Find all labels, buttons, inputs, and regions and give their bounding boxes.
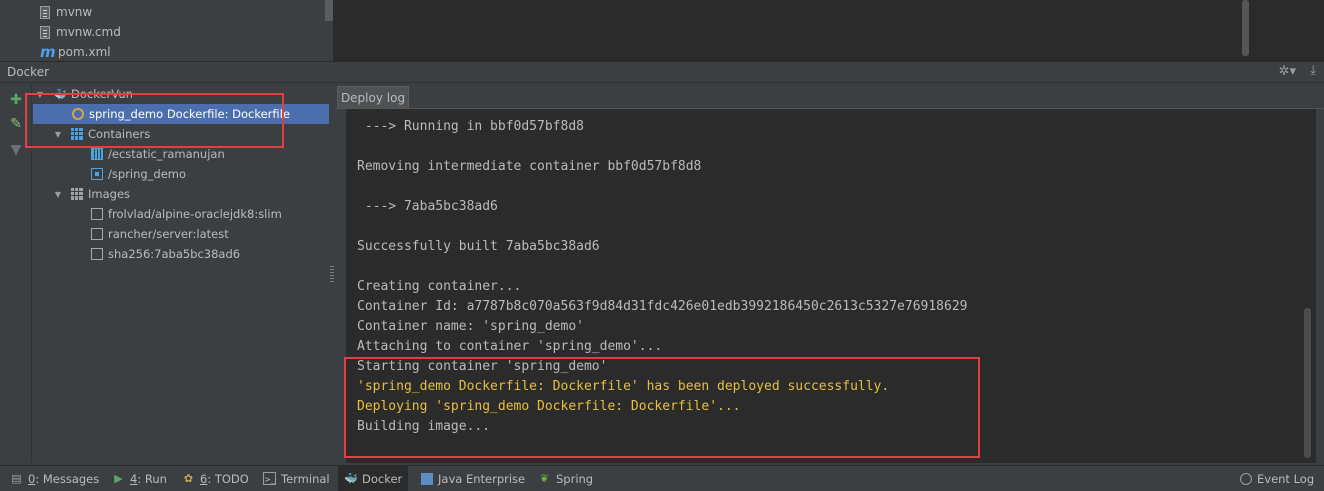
project-tree-scrollbar[interactable]: [325, 0, 333, 21]
expand-arrow-icon[interactable]: ▼: [53, 190, 63, 199]
deployment-status-icon: [72, 108, 84, 120]
images-icon: [71, 188, 83, 200]
tool-button-event-log[interactable]: Event Log: [1234, 466, 1320, 491]
tree-root-docker[interactable]: ▼ 🐳 DockerVun: [33, 84, 329, 104]
log-line: ---> 7aba5bc38ad6: [357, 199, 498, 214]
tool-button-java-enterprise[interactable]: Java Enterprise: [415, 466, 531, 491]
project-file-mvnw-cmd[interactable]: mvnw.cmd: [40, 22, 121, 42]
containers-label: Containers: [88, 127, 151, 141]
tool-label: 4: Run: [130, 471, 167, 486]
file-name: pom.xml: [58, 45, 111, 59]
tool-label: Terminal: [281, 471, 330, 486]
event-log-icon: [1240, 472, 1252, 485]
deploy-icon[interactable]: ✚: [8, 92, 24, 108]
deployment-label: spring_demo Dockerfile: Dockerfile: [89, 107, 290, 121]
log-lines: ---> Running in bbf0d57bf8d8 Removing in…: [357, 117, 967, 437]
tree-item-deployment[interactable]: spring_demo Dockerfile: Dockerfile: [33, 104, 329, 124]
tool-button-todo[interactable]: ✿ 6: TODO: [176, 466, 255, 491]
tree-item-image[interactable]: rancher/server:latest: [33, 224, 329, 244]
log-line: Creating container...: [357, 279, 522, 294]
tool-label: Spring: [556, 471, 594, 486]
image-icon: [91, 228, 103, 240]
tree-item-image[interactable]: frolvlad/alpine-oraclejdk8:slim: [33, 204, 329, 224]
images-label: Images: [88, 187, 131, 201]
file-icon: [40, 25, 50, 39]
tool-label: Event Log: [1257, 471, 1315, 486]
filter-icon[interactable]: ▼: [8, 142, 24, 158]
tool-window-header: Docker ✲▾ ⤓: [0, 61, 1324, 83]
project-file-mvnw[interactable]: mvnw: [40, 2, 92, 22]
log-scrollbar[interactable]: [1304, 308, 1311, 458]
tool-label: 6: TODO: [200, 471, 249, 486]
container-label: /spring_demo: [108, 167, 187, 181]
tab-deploy-log[interactable]: Deploy log: [337, 86, 409, 108]
tab-label: Deploy log: [340, 90, 406, 105]
messages-icon: ▤: [11, 472, 22, 485]
container-stopped-icon: [91, 148, 103, 160]
spring-leaf-icon: ❦: [539, 472, 550, 485]
tree-item-image[interactable]: sha256:7aba5bc38ad6: [33, 244, 329, 264]
log-line: Container Id: a7787b8c070a563f9d84d31fdc…: [357, 299, 968, 314]
tool-button-run[interactable]: ▶ 4: Run: [106, 466, 173, 491]
image-label: sha256:7aba5bc38ad6: [108, 247, 241, 261]
expand-arrow-icon[interactable]: ▼: [53, 130, 63, 139]
image-icon: [91, 248, 103, 260]
image-label: rancher/server:latest: [108, 227, 229, 241]
log-line: Building image...: [357, 419, 491, 434]
tree-item-images[interactable]: ▼ Images: [33, 184, 329, 204]
log-line: Successfully built 7aba5bc38ad6: [357, 239, 600, 254]
todo-icon: ✿: [183, 472, 194, 485]
tool-button-messages[interactable]: ▤ 0: Messages: [4, 466, 105, 491]
tool-window-title: Docker: [7, 65, 50, 79]
container-label: /ecstatic_ramanujan: [108, 147, 225, 161]
tool-window-bar: ▤ 0: Messages ▶ 4: Run ✿ 6: TODO >_ Term…: [0, 465, 1324, 491]
tool-button-spring[interactable]: ❦ Spring: [532, 466, 599, 491]
log-line: ---> Running in bbf0d57bf8d8: [357, 119, 584, 134]
tool-label: Docker: [362, 471, 403, 486]
expand-arrow-icon[interactable]: ▼: [35, 90, 45, 99]
terminal-icon: >_: [263, 472, 276, 485]
log-line: Attaching to container 'spring_demo'...: [357, 339, 663, 354]
log-line: Starting container 'spring_demo': [357, 359, 608, 374]
file-icon: [40, 5, 50, 19]
file-name: mvnw: [56, 5, 93, 19]
containers-icon: [71, 128, 83, 140]
hide-icon[interactable]: ⤓: [1310, 63, 1316, 78]
docker-tree: ▼ 🐳 DockerVun spring_demo Dockerfile: Do…: [33, 84, 329, 463]
divider: [333, 0, 334, 61]
editor-scrollbar[interactable]: [1242, 0, 1249, 56]
log-line: Container name: 'spring_demo': [357, 319, 584, 334]
run-icon: ▶: [114, 472, 123, 485]
tree-root-label: DockerVun: [71, 87, 133, 101]
tree-item-container[interactable]: /ecstatic_ramanujan: [33, 144, 329, 164]
log-line-warning: Deploying 'spring_demo Dockerfile: Docke…: [357, 399, 741, 414]
image-icon: [91, 208, 103, 220]
tool-label: 0: Messages: [28, 471, 100, 486]
tree-item-containers[interactable]: ▼ Containers: [33, 124, 329, 144]
edit-configuration-icon[interactable]: ✎: [8, 116, 24, 132]
log-line-warning: 'spring_demo Dockerfile: Dockerfile' has…: [357, 379, 890, 394]
project-file-pom-xml[interactable]: m pom.xml: [40, 42, 111, 62]
tree-item-container[interactable]: /spring_demo: [33, 164, 329, 184]
tool-button-terminal[interactable]: >_ Terminal: [257, 466, 336, 491]
docker-toolbar: ✚ ✎ ▼: [0, 84, 32, 463]
file-name: mvnw.cmd: [56, 25, 121, 39]
container-running-icon: [91, 168, 103, 180]
docker-icon: 🐳: [53, 87, 67, 101]
maven-icon: m: [40, 42, 56, 61]
java-enterprise-icon: [421, 472, 433, 485]
image-label: frolvlad/alpine-oraclejdk8:slim: [108, 207, 282, 221]
project-tree: mvnw mvnw.cmd m pom.xml: [0, 0, 333, 61]
gear-icon[interactable]: ✲▾: [1279, 64, 1296, 79]
deploy-log-console[interactable]: ---> Running in bbf0d57bf8d8 Removing in…: [336, 109, 1316, 463]
docker-icon: 🐳: [344, 472, 358, 485]
splitter-grip-icon[interactable]: [330, 266, 334, 282]
tool-button-docker[interactable]: 🐳 Docker: [338, 466, 409, 491]
log-line: Removing intermediate container bbf0d57b…: [357, 159, 702, 174]
tool-label: Java Enterprise: [438, 471, 526, 486]
